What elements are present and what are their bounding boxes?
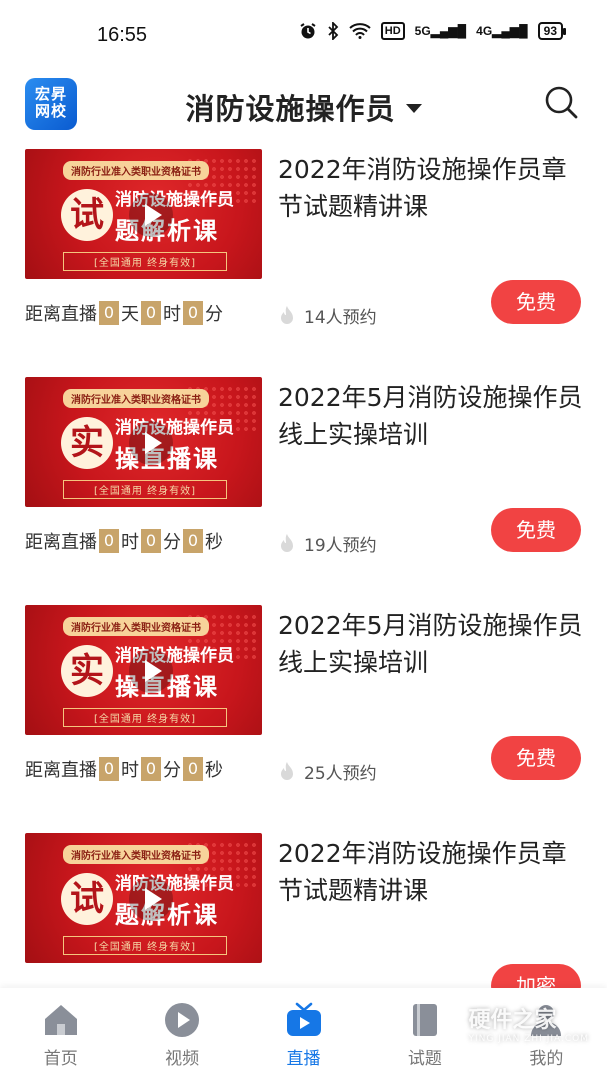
free-button[interactable]: 免费 [491, 736, 581, 780]
reservation-text: 14人预约 [304, 308, 377, 328]
battery-icon: 93 [537, 22, 567, 40]
signal-5g-icon: 5G▂▄▆█ [414, 24, 467, 38]
exam-book-icon [412, 1004, 437, 1036]
nav-label: 试题 [407, 1049, 442, 1069]
nav-label: 视频 [165, 1049, 200, 1069]
thumbnail-tag: 消防行业准入类职业资格证书 [63, 161, 209, 180]
countdown-value: 0 [141, 757, 161, 781]
bluetooth-icon [328, 22, 339, 40]
course-title[interactable]: 2022年消防设施操作员章节试题精讲课 [278, 151, 588, 225]
course-thumbnail[interactable]: 消防行业准入类职业资格证书 试 消防设施操作员 题解析课 [全国通用 终身有效] [25, 833, 262, 963]
dropdown-caret-icon[interactable] [405, 104, 422, 113]
thumbnail-big-char: 试 [61, 873, 113, 925]
fire-icon [281, 533, 293, 552]
nav-home[interactable]: 首页 [0, 988, 121, 1080]
countdown-unit: 时 [163, 304, 181, 325]
nav-video[interactable]: 视频 [121, 988, 242, 1080]
category-selector[interactable]: 消防设施操作员 [0, 86, 607, 128]
category-title[interactable]: 消防设施操作员 [185, 92, 395, 126]
course-card[interactable]: 消防行业准入类职业资格证书 试 消防设施操作员 题解析课 [全国通用 终身有效]… [0, 149, 607, 377]
thumbnail-footer: [全国通用 终身有效] [63, 936, 227, 955]
status-time: 16:55 [97, 24, 148, 46]
play-icon[interactable] [129, 649, 173, 693]
countdown-value: 0 [141, 301, 161, 325]
countdown-value: 0 [141, 529, 161, 553]
home-icon [44, 1005, 77, 1035]
countdown-value: 0 [183, 301, 203, 325]
video-icon [165, 1003, 200, 1037]
nav-exam[interactable]: 试题 [364, 988, 485, 1080]
countdown-value: 0 [183, 757, 203, 781]
course-thumbnail[interactable]: 消防行业准入类职业资格证书 实 消防设施操作员 操直播课 [全国通用 终身有效] [25, 605, 262, 735]
thumbnail-footer: [全国通用 终身有效] [63, 480, 227, 499]
nav-label: 直播 [286, 1049, 321, 1069]
reservation-count: 25人预约 [278, 759, 377, 784]
countdown-prefix: 距离直播 [25, 304, 97, 325]
countdown-unit: 时 [121, 760, 139, 781]
signal-4g-icon: 4G▂▄▆█ [476, 24, 528, 38]
live-countdown: 距离直播 0 时 0 分 0 秒 [25, 528, 223, 554]
course-title[interactable]: 2022年5月消防设施操作员线上实操培训 [278, 379, 588, 453]
fire-icon [281, 761, 293, 780]
app-header: 宏昇 网校 消防设施操作员 [0, 70, 607, 138]
free-button[interactable]: 免费 [491, 508, 581, 552]
countdown-value: 0 [99, 757, 119, 781]
thumbnail-footer: [全国通用 终身有效] [63, 708, 227, 727]
nav-live[interactable]: 直播 [243, 988, 364, 1080]
nav-profile[interactable]: 我的 [486, 988, 607, 1080]
nav-label: 我的 [529, 1049, 564, 1069]
countdown-unit: 秒 [205, 760, 223, 781]
thumbnail-big-char: 实 [61, 417, 113, 469]
play-icon[interactable] [129, 421, 173, 465]
wifi-icon [349, 23, 371, 39]
countdown-value: 0 [183, 529, 203, 553]
thumbnail-tag: 消防行业准入类职业资格证书 [63, 617, 209, 636]
countdown-prefix: 距离直播 [25, 760, 97, 781]
countdown-prefix: 距离直播 [25, 532, 97, 553]
countdown-value: 0 [99, 529, 119, 553]
thumbnail-tag: 消防行业准入类职业资格证书 [63, 845, 209, 864]
countdown-unit: 分 [205, 304, 223, 325]
thumbnail-big-char: 实 [61, 645, 113, 697]
course-card[interactable]: 消防行业准入类职业资格证书 实 消防设施操作员 操直播课 [全国通用 终身有效]… [0, 377, 607, 605]
reservation-count: 19人预约 [278, 531, 377, 556]
course-card[interactable]: 消防行业准入类职业资格证书 实 消防设施操作员 操直播课 [全国通用 终身有效]… [0, 605, 607, 833]
nav-label: 首页 [43, 1049, 78, 1069]
course-thumbnail[interactable]: 消防行业准入类职业资格证书 试 消防设施操作员 题解析课 [全国通用 终身有效] [25, 149, 262, 279]
status-icons: HD 5G▂▄▆█ 4G▂▄▆█ 93 [299, 22, 567, 40]
profile-icon [531, 1005, 562, 1036]
countdown-unit: 时 [121, 532, 139, 553]
signal-4g-label: 4G [476, 24, 493, 38]
countdown-unit: 分 [163, 760, 181, 781]
live-countdown: 距离直播 0 时 0 分 0 秒 [25, 756, 223, 782]
thumbnail-footer: [全国通用 终身有效] [63, 252, 227, 271]
fire-icon [281, 305, 293, 324]
hd-voice-icon: HD [380, 22, 405, 40]
countdown-unit: 分 [163, 532, 181, 553]
free-button[interactable]: 免费 [491, 280, 581, 324]
status-bar: 16:55 HD 5G▂▄▆█ 4G▂▄▆█ 93 [0, 0, 607, 70]
reservation-text: 19人预约 [304, 536, 377, 556]
reservation-count: 14人预约 [278, 303, 377, 328]
alarm-icon [300, 23, 316, 39]
play-icon[interactable] [129, 193, 173, 237]
search-icon[interactable] [543, 84, 579, 120]
countdown-unit: 秒 [205, 532, 223, 553]
signal-5g-label: 5G [414, 24, 431, 38]
live-tv-icon [286, 1002, 321, 1036]
thumbnail-big-char: 试 [61, 189, 113, 241]
course-title[interactable]: 2022年消防设施操作员章节试题精讲课 [278, 835, 588, 909]
reservation-text: 25人预约 [304, 764, 377, 784]
live-countdown: 距离直播 0 天 0 时 0 分 [25, 300, 223, 326]
bottom-nav: 首页 视频 直播 试题 我的 [0, 988, 607, 1080]
course-thumbnail[interactable]: 消防行业准入类职业资格证书 实 消防设施操作员 操直播课 [全国通用 终身有效] [25, 377, 262, 507]
thumbnail-tag: 消防行业准入类职业资格证书 [63, 389, 209, 408]
play-icon[interactable] [129, 877, 173, 921]
countdown-unit: 天 [121, 304, 139, 325]
countdown-value: 0 [99, 301, 119, 325]
course-title[interactable]: 2022年5月消防设施操作员线上实操培训 [278, 607, 588, 681]
